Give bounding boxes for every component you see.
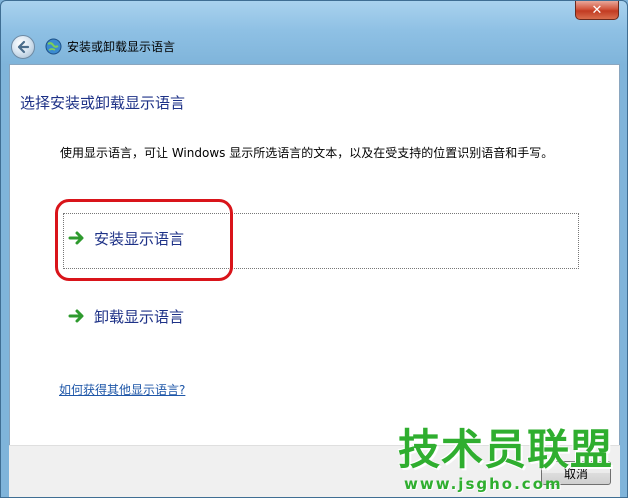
close-icon: ✕ <box>591 2 603 18</box>
site-watermark: 技术员联盟 <box>398 425 614 474</box>
back-arrow-icon <box>17 40 30 54</box>
dialog-window: ✕ 安装或卸载显示语言 选择安装或卸载显示语言 使用显示语言，可让 Window… <box>0 0 628 498</box>
window-title: 安装或卸载显示语言 <box>67 40 176 54</box>
highlight-annotation <box>55 199 233 281</box>
uninstall-display-language-label: 卸载显示语言 <box>94 308 185 326</box>
page-description: 使用显示语言，可让 Windows 显示所选语言的文本，以及在受支持的位置识别语… <box>60 146 554 160</box>
page-heading: 选择安装或卸载显示语言 <box>20 94 186 112</box>
site-watermark-url: www.jsgho.com <box>404 475 563 493</box>
back-button[interactable] <box>11 35 35 59</box>
language-globe-icon <box>45 38 62 55</box>
green-arrow-icon <box>68 309 84 323</box>
uninstall-display-language-link[interactable]: 卸载显示语言 <box>63 291 579 347</box>
close-button[interactable]: ✕ <box>575 1 619 20</box>
more-languages-help-link[interactable]: 如何获得其他显示语言? <box>59 381 185 398</box>
